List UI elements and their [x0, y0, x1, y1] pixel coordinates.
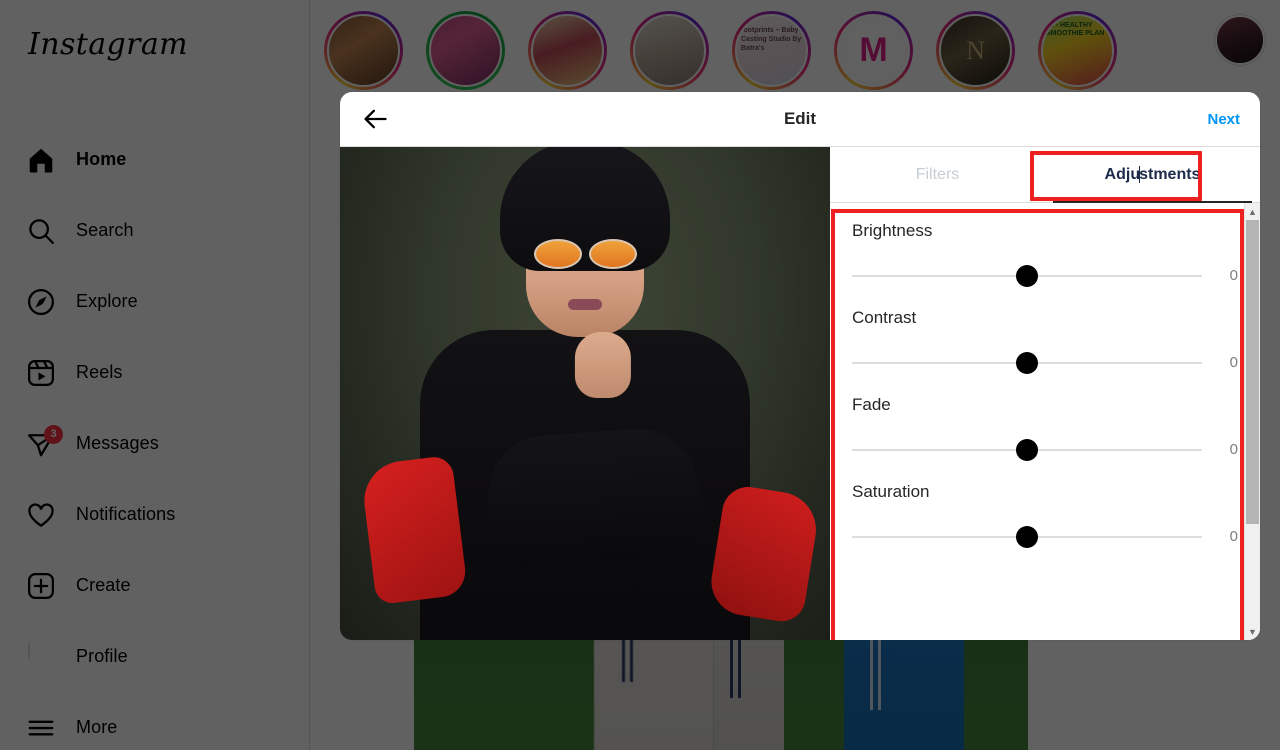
slider-thumb[interactable] — [1016, 438, 1038, 461]
back-arrow-icon[interactable] — [360, 104, 390, 134]
photo-sleeve-right — [706, 483, 822, 625]
slider-thumb[interactable] — [1016, 264, 1038, 287]
tab-adjustments-label-part2: stments — [1139, 165, 1201, 183]
adjustments-list: Brightness 0 Contrast 0 Fade 0 Saturatio… — [830, 203, 1260, 640]
adjustment-label: Fade — [852, 395, 891, 414]
tab-adjustments[interactable]: Adju stments — [1045, 147, 1260, 203]
slider-thumb[interactable] — [1016, 525, 1038, 548]
adjustment-contrast: Contrast 0 — [852, 308, 1238, 374]
adjustment-brightness: Brightness 0 — [852, 221, 1238, 287]
photo-sleeve-left — [359, 454, 469, 606]
photo-subject-lips — [568, 299, 602, 310]
adjustments-pane: Filters Adju stments Brightness 0 Contra… — [830, 147, 1260, 640]
saturation-slider[interactable] — [852, 525, 1202, 548]
slider-row: 0 — [852, 525, 1238, 548]
slider-row: 0 — [852, 438, 1238, 461]
photo-preview[interactable] — [340, 147, 830, 640]
fade-slider[interactable] — [852, 438, 1202, 461]
adjustment-label: Saturation — [852, 482, 930, 501]
photo-subject-hand — [574, 332, 631, 398]
adjustment-value: 0 — [1229, 354, 1238, 371]
scrollbar-thumb[interactable] — [1246, 220, 1259, 524]
tab-adjustments-label-part1: Adju — [1104, 165, 1141, 183]
adjustment-value: 0 — [1229, 441, 1238, 458]
adjustment-value: 0 — [1229, 528, 1238, 545]
adjustment-label: Brightness — [852, 221, 933, 240]
modal-body: Filters Adju stments Brightness 0 Contra… — [340, 147, 1260, 640]
scroll-down-arrow-icon[interactable]: ▼ — [1245, 623, 1260, 640]
adjustment-fade: Fade 0 — [852, 395, 1238, 461]
adjustment-value: 0 — [1229, 267, 1238, 284]
contrast-slider[interactable] — [852, 351, 1202, 374]
adjustment-saturation: Saturation 0 — [852, 482, 1238, 548]
next-button[interactable]: Next — [1207, 111, 1240, 128]
edit-photo-modal: Edit Next Filters Adju stments Brightnes… — [340, 92, 1260, 640]
adjustments-scrollbar[interactable]: ▲ ▼ — [1244, 203, 1260, 640]
photo-subject-sunglasses — [529, 239, 641, 269]
slider-row: 0 — [852, 351, 1238, 374]
tab-filters[interactable]: Filters — [830, 147, 1045, 202]
slider-thumb[interactable] — [1016, 351, 1038, 374]
editor-tabs: Filters Adju stments — [830, 147, 1260, 203]
slider-row: 0 — [852, 264, 1238, 287]
scroll-up-arrow-icon[interactable]: ▲ — [1245, 203, 1260, 220]
page-title: Edit — [783, 109, 817, 128]
brightness-slider[interactable] — [852, 264, 1202, 287]
adjustment-label: Contrast — [852, 308, 917, 327]
photo-subject-arm — [484, 424, 703, 570]
modal-header: Edit Next — [340, 92, 1260, 147]
